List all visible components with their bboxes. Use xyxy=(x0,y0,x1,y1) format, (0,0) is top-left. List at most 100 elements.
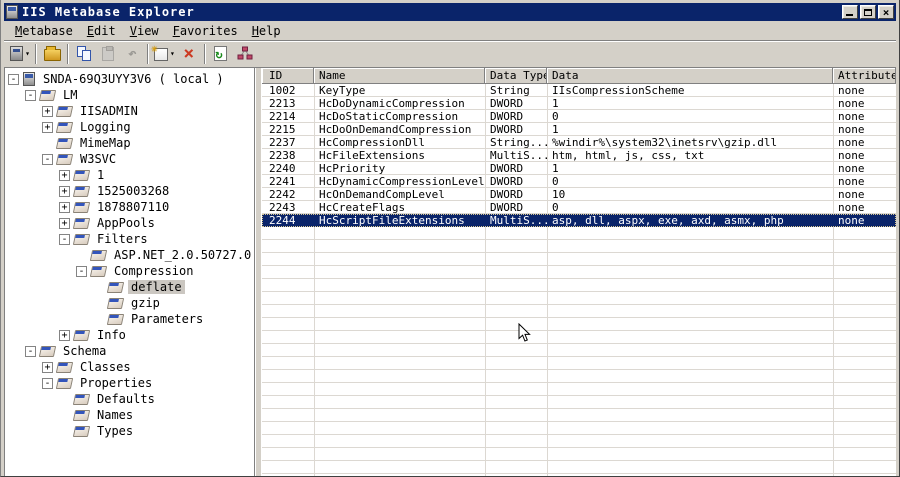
new-key-dropdown-arrow-icon[interactable]: ▾ xyxy=(170,49,175,58)
key-icon xyxy=(72,329,91,341)
tree-node-label: 1878807110 xyxy=(97,200,170,214)
tree-expander[interactable]: + xyxy=(42,105,53,117)
undo-button[interactable]: ↷ xyxy=(120,43,144,65)
app-icon[interactable] xyxy=(6,5,18,19)
tree-expander[interactable]: + xyxy=(59,217,70,229)
tree-node[interactable]: - LM xyxy=(5,87,254,103)
delete-button[interactable]: × xyxy=(177,43,201,65)
property-row[interactable]: 2240 HcPriority DWORD 1 none xyxy=(262,162,896,175)
cell-data-type: DWORD xyxy=(490,201,524,214)
menu-help[interactable]: Help xyxy=(245,23,288,39)
cell-id: 2242 xyxy=(269,188,296,201)
close-button[interactable]: × xyxy=(878,5,894,19)
paste-button[interactable] xyxy=(96,43,120,65)
property-row[interactable]: 2242 HcOnDemandCompLevel DWORD 10 none xyxy=(262,188,896,201)
cell-data: %windir%\system32\inetsrv\gzip.dll xyxy=(552,136,778,149)
tree-expander[interactable]: - xyxy=(8,73,19,85)
tree-node[interactable]: + 1878807110 xyxy=(5,199,254,215)
tree-expander[interactable]: + xyxy=(59,329,70,341)
key-icon xyxy=(55,137,74,149)
connect-button[interactable]: ▾ xyxy=(8,43,32,65)
view-hierarchy-button[interactable] xyxy=(233,43,257,65)
tree-expander[interactable]: - xyxy=(25,89,36,101)
tree-node[interactable]: + 1 xyxy=(5,167,254,183)
menu-metabase[interactable]: Metabase xyxy=(8,23,80,39)
cell-data-type: DWORD xyxy=(490,123,524,136)
tree-node[interactable]: - Properties xyxy=(5,375,254,391)
tree-node[interactable]: - W3SVC xyxy=(5,151,254,167)
tree-node[interactable]: + Classes xyxy=(5,359,254,375)
tree-expander[interactable]: + xyxy=(42,121,53,133)
property-row[interactable]: 2213 HcDoDynamicCompression DWORD 1 none xyxy=(262,97,896,110)
new-key-button[interactable]: ▾ xyxy=(151,42,177,65)
connect-dropdown-arrow-icon[interactable]: ▾ xyxy=(25,49,30,58)
menu-edit[interactable]: Edit xyxy=(80,23,123,39)
minimize-button[interactable] xyxy=(842,5,858,19)
tree-node[interactable]: - Filters xyxy=(5,231,254,247)
app-window: IIS Metabase Explorer × Metabase Edit Vi… xyxy=(0,0,900,477)
column-header-attributes[interactable]: Attributes xyxy=(833,68,896,84)
tree-node-label: IISADMIN xyxy=(80,104,138,118)
refresh-icon xyxy=(214,46,228,61)
column-header-data-type[interactable]: Data Type xyxy=(485,68,547,84)
tree-expander[interactable]: - xyxy=(76,265,87,277)
tree-node[interactable]: + AppPools xyxy=(5,215,254,231)
copy-button[interactable] xyxy=(72,43,96,65)
tree-expander[interactable]: + xyxy=(59,201,70,213)
property-row[interactable]: 1002 KeyType String IIsCompressionScheme… xyxy=(262,84,896,97)
key-icon xyxy=(72,169,91,181)
title-bar[interactable]: IIS Metabase Explorer × xyxy=(4,3,896,21)
tree-node[interactable]: Names xyxy=(5,407,254,423)
tree-node[interactable]: Defaults xyxy=(5,391,254,407)
tree-node[interactable]: + 1525003268 xyxy=(5,183,254,199)
tree-node[interactable]: + IISADMIN xyxy=(5,103,254,119)
tree-expander[interactable]: - xyxy=(42,377,53,389)
tree-node-label: Parameters xyxy=(131,312,204,326)
tree-node[interactable]: Types xyxy=(5,423,254,439)
property-row[interactable]: 2237 HcCompressionDll String... %windir%… xyxy=(262,136,896,149)
tree-expander[interactable]: + xyxy=(42,361,53,373)
tree-node-label: Info xyxy=(97,328,126,342)
cell-name: HcOnDemandCompLevel xyxy=(319,188,445,201)
property-row[interactable]: 2243 HcCreateFlags DWORD 0 none xyxy=(262,201,896,214)
maximize-button[interactable] xyxy=(860,5,876,19)
cell-attributes: none xyxy=(838,97,865,110)
tree-node[interactable]: - Schema xyxy=(5,343,254,359)
refresh-button[interactable] xyxy=(209,43,233,65)
key-icon xyxy=(106,297,125,309)
tree-node[interactable]: + Logging xyxy=(5,119,254,135)
tree-node[interactable]: ASP.NET_2.0.50727.0 xyxy=(5,247,254,263)
tree-expander[interactable]: + xyxy=(59,169,70,181)
tree-node[interactable]: - SNDA-69Q3UYY3V6 ( local ) xyxy=(5,71,254,87)
menu-view[interactable]: View xyxy=(123,23,166,39)
tree-node[interactable]: deflate xyxy=(5,279,254,295)
delete-icon: × xyxy=(183,42,195,64)
key-icon xyxy=(72,201,91,213)
tree-expander[interactable]: - xyxy=(42,153,53,165)
mouse-cursor-icon xyxy=(518,323,531,342)
property-row[interactable]: 2214 HcDoStaticCompression DWORD 0 none xyxy=(262,110,896,123)
tree-node[interactable]: gzip xyxy=(5,295,254,311)
cell-name: KeyType xyxy=(319,84,366,97)
property-row[interactable]: 2241 HcDynamicCompressionLevel DWORD 0 n… xyxy=(262,175,896,188)
tree-node[interactable]: + Info xyxy=(5,327,254,343)
tree-node[interactable]: MimeMap xyxy=(5,135,254,151)
maximize-icon xyxy=(864,8,872,16)
property-row[interactable]: 2238 HcFileExtensions MultiS... htm, htm… xyxy=(262,149,896,162)
column-header-name[interactable]: Name xyxy=(314,68,485,84)
column-header-data[interactable]: Data xyxy=(547,68,833,84)
tree-expander[interactable]: - xyxy=(25,345,36,357)
tree-node-label: 1 xyxy=(97,168,105,182)
cell-data: 0 xyxy=(552,175,559,188)
toolbar: ▾ ↷ ▾ × xyxy=(4,40,896,66)
tree-node[interactable]: Parameters xyxy=(5,311,254,327)
property-row[interactable]: 2244 HcScriptFileExtensions MultiS... as… xyxy=(262,214,896,227)
property-row[interactable]: 2215 HcDoOnDemandCompression DWORD 1 non… xyxy=(262,123,896,136)
column-header-id[interactable]: ID xyxy=(262,68,314,84)
menu-favorites[interactable]: Favorites xyxy=(166,23,245,39)
tree-node-label: SNDA-69Q3UYY3V6 ( local ) xyxy=(43,72,224,86)
tree-expander[interactable]: - xyxy=(59,233,70,245)
open-button[interactable] xyxy=(40,43,64,65)
tree-expander[interactable]: + xyxy=(59,185,70,197)
tree-node[interactable]: - Compression xyxy=(5,263,254,279)
